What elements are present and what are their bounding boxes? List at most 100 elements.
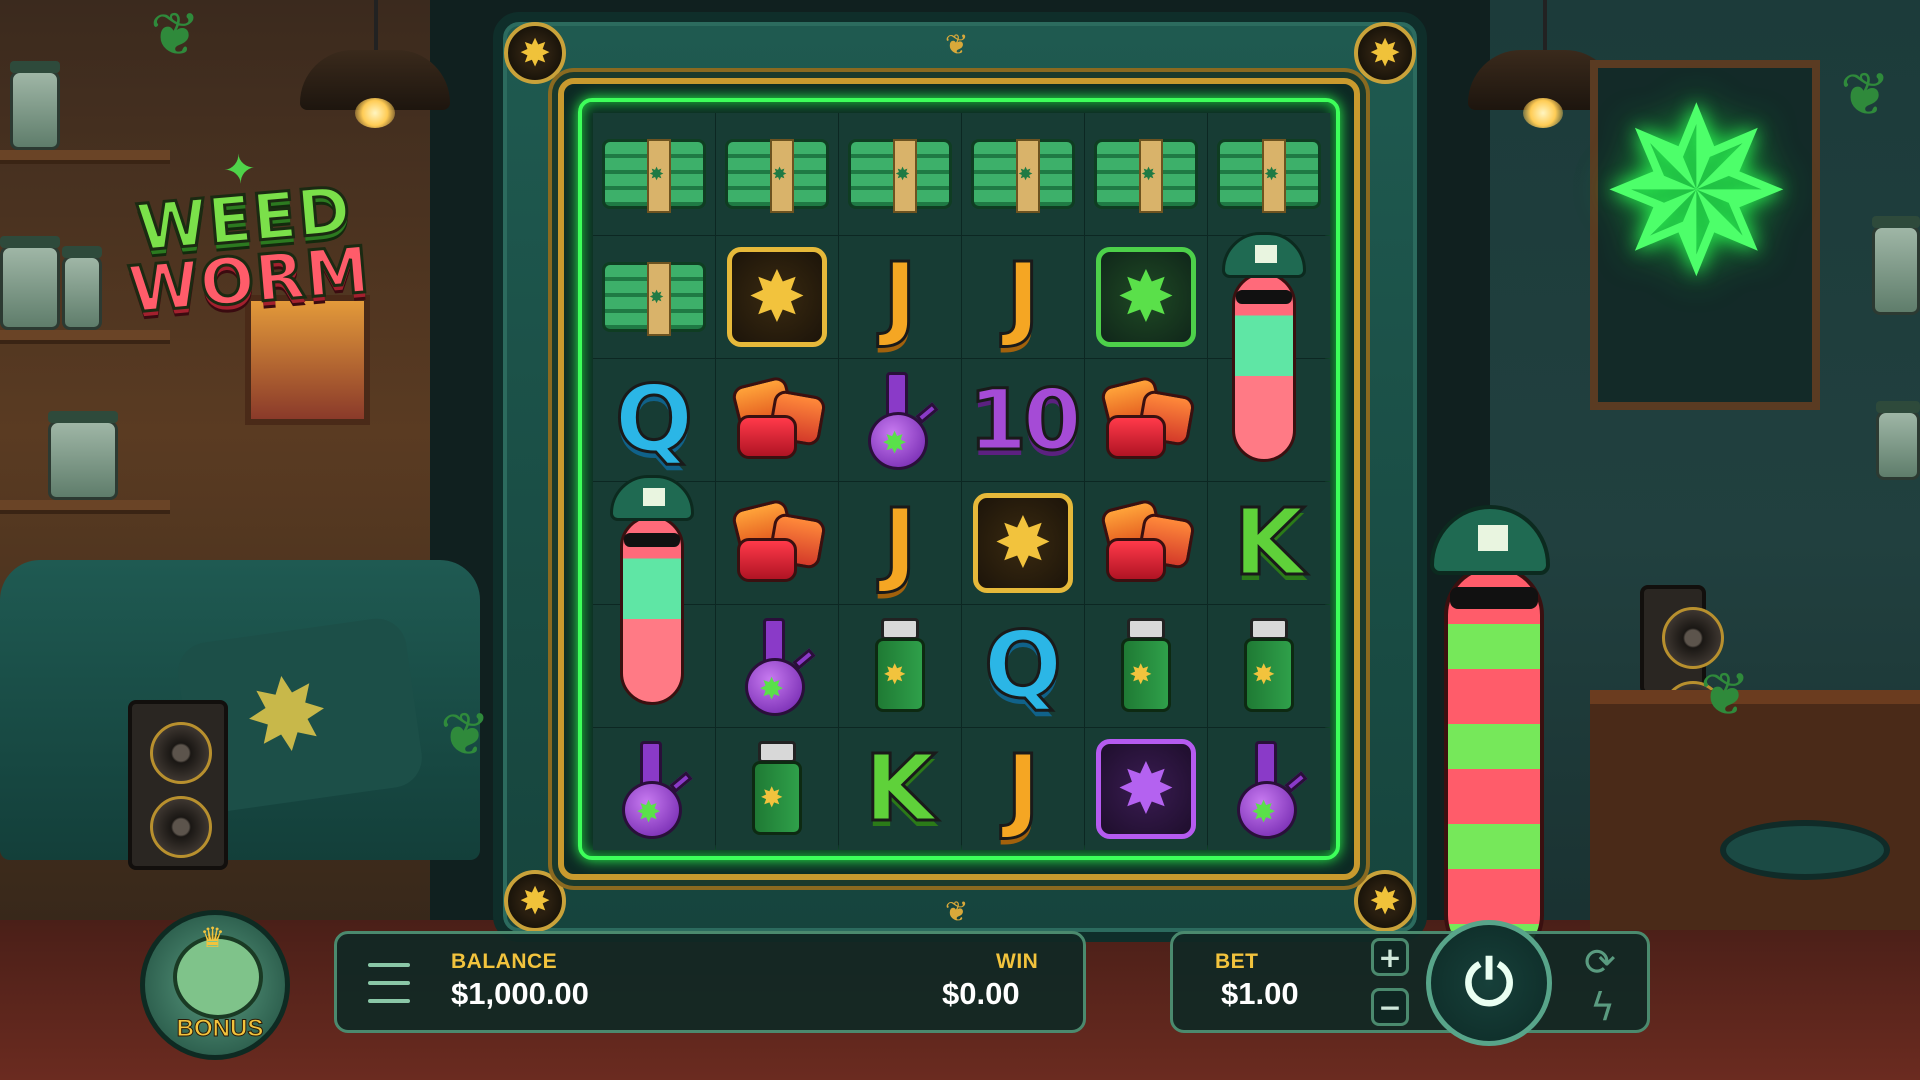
reel-cell: ✸ xyxy=(839,113,961,235)
spin-icon: ⏻ xyxy=(1464,946,1514,1019)
purple-leaf-icon: ✸ xyxy=(1096,739,1196,839)
plant-icon: ❦ xyxy=(1700,660,1751,730)
symbol-k: K xyxy=(1232,489,1306,596)
reel-cell: ✸ xyxy=(593,728,715,850)
balance-value: $1,000.00 xyxy=(451,976,589,1011)
cash-stack-icon: ✸ xyxy=(602,262,706,336)
reel-cell xyxy=(1085,359,1207,481)
ornament-icon: ❦ xyxy=(945,895,969,928)
gummy-candy-icon xyxy=(1096,374,1196,465)
corner-leaf-icon: ✸ xyxy=(1354,22,1416,84)
worm-symbol-icon xyxy=(610,475,694,707)
reel-cell: K xyxy=(1208,482,1330,604)
reel-cell: K xyxy=(839,728,961,850)
cash-stack-icon: ✸ xyxy=(1094,139,1198,213)
mascot-worm-icon xyxy=(1430,505,1580,965)
reel-cell: Q xyxy=(593,359,715,481)
lighter-icon: ✸ xyxy=(1242,618,1296,714)
bong-icon: ✸ xyxy=(614,737,694,841)
symbol-q: Q xyxy=(982,612,1063,719)
reel-cell: 10 xyxy=(962,359,1084,481)
jar-icon xyxy=(62,246,102,330)
cash-stack-icon: ✸ xyxy=(725,139,829,213)
reel-cell: ✸ xyxy=(839,359,961,481)
neon-leaf-icon: ✵ xyxy=(1600,61,1793,328)
reel-cell: J xyxy=(962,728,1084,850)
reel-cell: ✸ xyxy=(1208,605,1330,727)
gummy-candy-icon xyxy=(727,374,827,465)
plant-icon: ❦ xyxy=(150,0,201,70)
speaker-icon xyxy=(1640,585,1724,743)
crown-icon: ♛ xyxy=(200,921,226,954)
reel-cell: ✸ xyxy=(593,113,715,235)
gummy-candy-icon xyxy=(1096,497,1196,588)
jar-icon xyxy=(48,411,118,500)
reel-cell xyxy=(1085,482,1207,604)
balance-label: BALANCE xyxy=(451,950,558,973)
reel-cell: ✸ xyxy=(962,482,1084,604)
bet-increase-button[interactable]: + xyxy=(1371,938,1409,976)
bonus-label: BONUS xyxy=(176,1015,264,1043)
bet-value: $1.00 xyxy=(1221,976,1299,1011)
bonus-buy-button[interactable]: ♛ BONUS xyxy=(140,910,290,1060)
worm-symbol-icon xyxy=(1222,232,1306,464)
plant-icon: ❦ xyxy=(1840,60,1891,130)
turbo-lightning-icon[interactable]: ϟ xyxy=(1590,985,1615,1029)
reel-cell: ✸ xyxy=(716,236,838,358)
jar-icon xyxy=(10,61,60,150)
lighter-icon: ✸ xyxy=(873,618,927,714)
plant-icon: ❦ xyxy=(440,700,491,770)
reel-cell: Q xyxy=(962,605,1084,727)
jar-icon xyxy=(0,236,60,330)
gold-leaf-icon: ✸ xyxy=(973,493,1073,593)
symbol-j: J xyxy=(881,489,918,596)
ornament-icon: ❦ xyxy=(945,28,969,61)
reel-cell: ✸ xyxy=(1085,236,1207,358)
reel-cell: ✸ xyxy=(1208,113,1330,235)
bong-icon: ✸ xyxy=(737,614,817,718)
reel-cell: ✸ xyxy=(1085,113,1207,235)
lighter-icon: ✸ xyxy=(1119,618,1173,714)
game-logo: ✦ WEED WORM xyxy=(103,139,386,330)
shelf xyxy=(0,500,170,514)
reel-cell: ✸ xyxy=(962,113,1084,235)
reel-cell: ✸ xyxy=(839,605,961,727)
cash-stack-icon: ✸ xyxy=(848,139,952,213)
reel-cell: J xyxy=(839,236,961,358)
corner-leaf-icon: ✸ xyxy=(1354,870,1416,932)
side-table xyxy=(1590,690,1920,930)
bar-stool xyxy=(1720,820,1890,880)
symbol-j: J xyxy=(1004,735,1041,842)
leaf-icon: ✸ xyxy=(237,651,337,780)
reel-cell: ✸ xyxy=(1085,728,1207,850)
gold-leaf-icon: ✸ xyxy=(727,247,827,347)
corner-leaf-icon: ✸ xyxy=(504,870,566,932)
hanging-lamp-icon xyxy=(300,50,450,128)
reel-cell xyxy=(716,359,838,481)
symbol-j: J xyxy=(1004,243,1041,350)
jar-icon xyxy=(1876,401,1920,480)
corner-leaf-icon: ✸ xyxy=(504,22,566,84)
reel-cell: J xyxy=(839,482,961,604)
symbol-q: Q xyxy=(613,366,694,473)
reel-cell: J xyxy=(962,236,1084,358)
autoplay-icon[interactable]: ⟳ xyxy=(1584,940,1616,984)
cash-stack-icon: ✸ xyxy=(602,139,706,213)
reel-grid: ✸ ✸ ✸ ✸ ✸ ✸ ✸ ✸ J J ✸ Q ✸ 10 J ✸ K ✸ ✸ Q ✸ ✸ ✸ ✸ K J ✸ ✸ xyxy=(593,113,1330,850)
hamburger-menu-icon[interactable] xyxy=(368,963,410,1003)
speaker-icon xyxy=(128,700,228,870)
symbol-10: 10 xyxy=(967,371,1083,469)
symbol-k: K xyxy=(863,735,937,842)
win-value: $0.00 xyxy=(942,976,1020,1011)
cash-stack-icon: ✸ xyxy=(971,139,1075,213)
reel-cell: ✸ xyxy=(1085,605,1207,727)
win-label: WIN xyxy=(996,950,1039,973)
reel-cell: ✸ xyxy=(716,728,838,850)
bet-label: BET xyxy=(1215,950,1259,973)
bet-decrease-button[interactable]: − xyxy=(1371,988,1409,1026)
gummy-candy-icon xyxy=(727,497,827,588)
reel-cell: ✸ xyxy=(716,605,838,727)
shelf xyxy=(0,330,170,344)
spin-button[interactable]: ⏻ xyxy=(1426,920,1552,1046)
bong-icon: ✸ xyxy=(1229,737,1309,841)
